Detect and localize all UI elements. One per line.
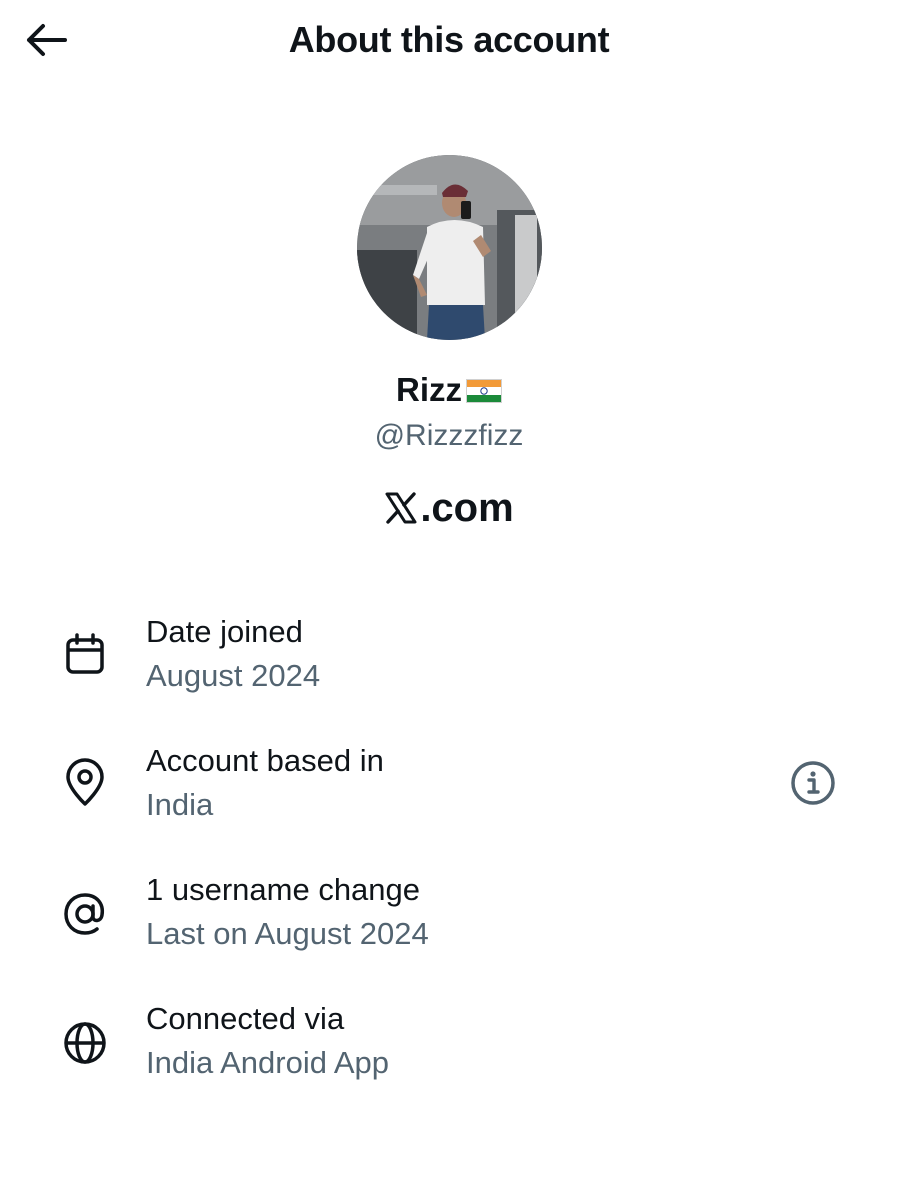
- india-flag-icon: [466, 379, 502, 403]
- username-change-value: Last on August 2024: [146, 916, 429, 951]
- username-handle: @Rizzzfizz: [374, 419, 524, 452]
- username-change-row: 1 username change Last on August 2024: [0, 870, 898, 970]
- page-title: About this account: [288, 19, 610, 60]
- connected-via-value: India Android App: [146, 1045, 390, 1080]
- account-based-in-label: Account based in: [146, 743, 384, 778]
- info-icon: [791, 761, 835, 805]
- info-button[interactable]: [786, 756, 840, 810]
- at-sign-icon: [58, 887, 112, 941]
- connected-via-row: Connected via India Android App: [0, 999, 898, 1099]
- platform-domain: .com: [420, 486, 514, 530]
- display-name-text: Rizz: [396, 371, 462, 408]
- username-change-label: 1 username change: [146, 872, 421, 907]
- connected-via-label: Connected via: [146, 1001, 345, 1036]
- date-joined-value: August 2024: [146, 658, 321, 693]
- account-based-in-row: Account based in India: [0, 741, 898, 841]
- header: About this account: [0, 0, 898, 90]
- calendar-icon: [58, 627, 112, 681]
- account-based-in-value: India: [146, 787, 214, 822]
- about-account-page: About this account Rizz @Rizzzfizz .com …: [0, 0, 898, 1200]
- avatar[interactable]: [357, 155, 542, 340]
- platform-label: .com: [0, 484, 898, 532]
- location-pin-icon: [58, 756, 112, 810]
- avatar-photo: [357, 155, 542, 340]
- date-joined-row: Date joined August 2024: [0, 612, 898, 712]
- globe-icon: [58, 1016, 112, 1070]
- display-name: Rizz: [0, 368, 898, 412]
- x-logo-icon: [385, 492, 417, 524]
- date-joined-label: Date joined: [146, 614, 303, 649]
